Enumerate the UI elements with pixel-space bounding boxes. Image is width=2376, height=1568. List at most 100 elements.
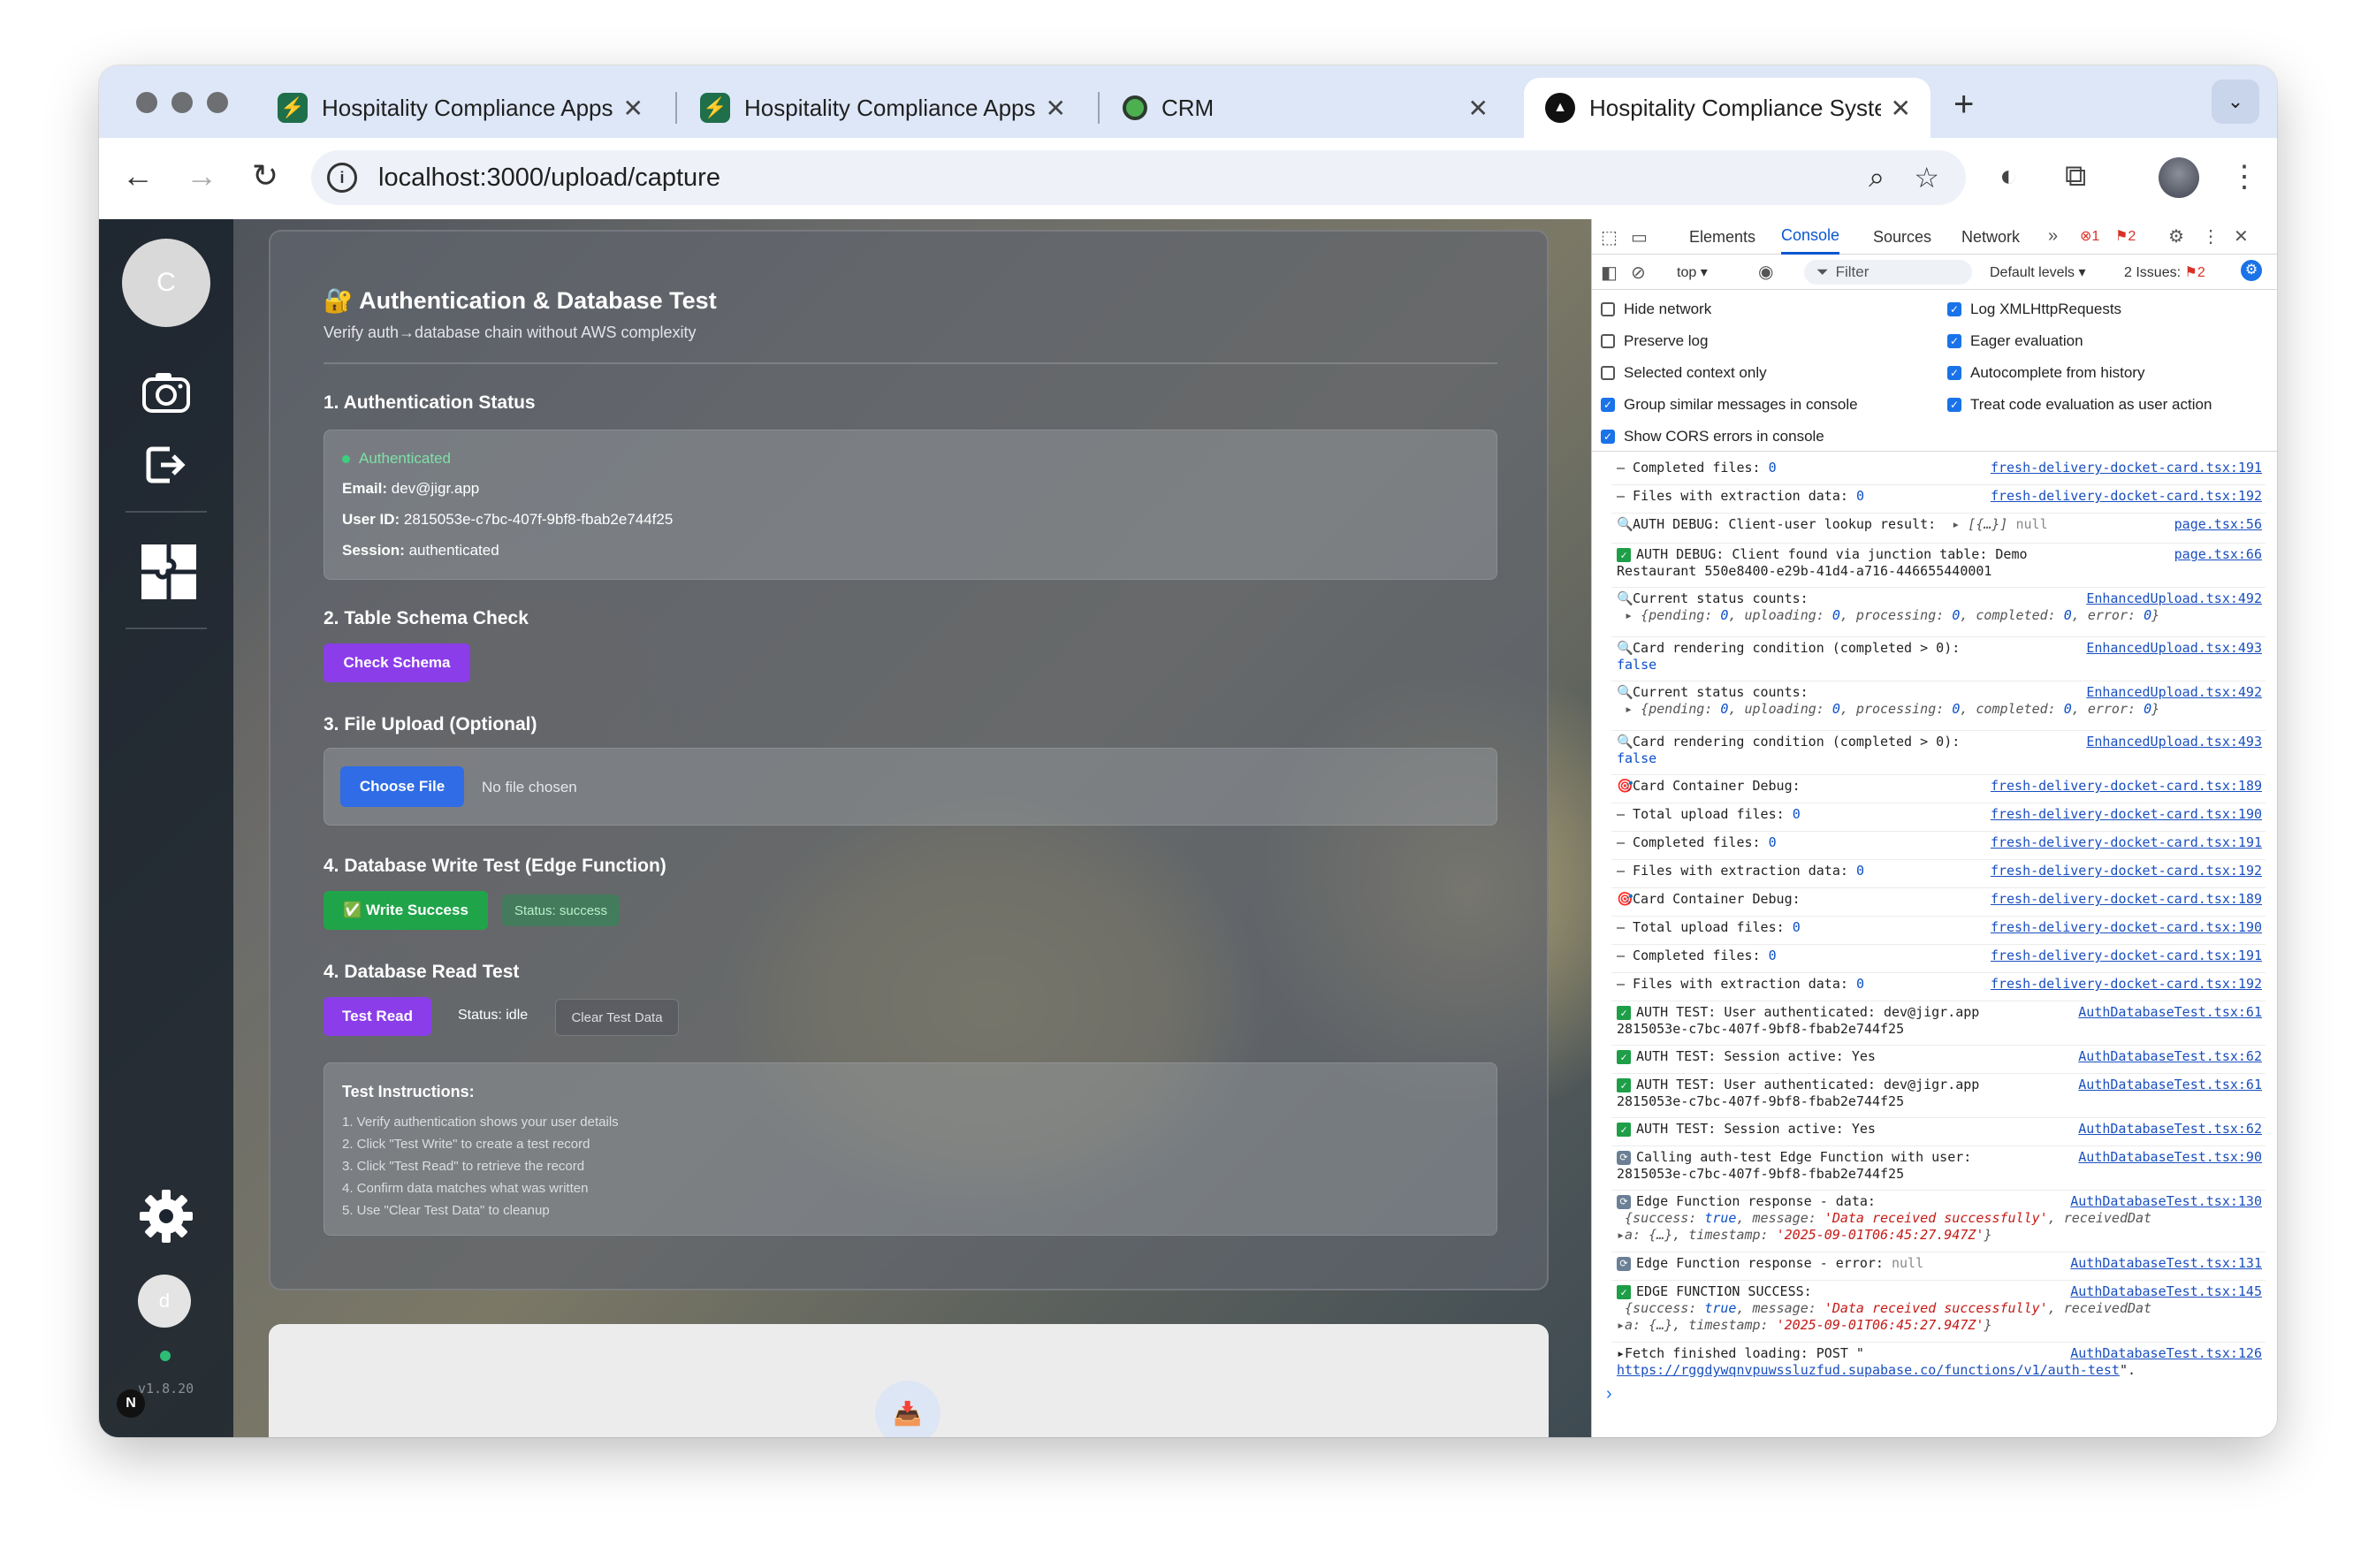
settings-gear-icon[interactable] xyxy=(136,1186,196,1246)
test-read-button[interactable]: Test Read xyxy=(324,997,431,1036)
close-icon[interactable]: ✕ xyxy=(2234,225,2249,247)
upload-inbox-icon[interactable]: 📥 xyxy=(875,1381,940,1437)
option-autocomplete[interactable]: ✓ Autocomplete from history xyxy=(1947,364,2144,382)
close-icon[interactable]: ✕ xyxy=(1046,94,1066,123)
checkbox-checked[interactable]: ✓ xyxy=(1601,398,1615,412)
close-icon[interactable]: ✕ xyxy=(623,94,644,123)
checkbox[interactable] xyxy=(1601,302,1615,316)
source-link[interactable]: fresh-delivery-docket-card.tsx:192 xyxy=(1991,976,2262,993)
source-link[interactable]: AuthDatabaseTest.tsx:90 xyxy=(2078,1149,2262,1166)
profile-avatar[interactable] xyxy=(2159,157,2199,198)
checkbox[interactable] xyxy=(1601,366,1615,380)
browser-tab[interactable]: ⚡ Hospitality Compliance Apps ✕ xyxy=(256,78,663,138)
source-link[interactable]: fresh-delivery-docket-card.tsx:189 xyxy=(1991,891,2262,908)
puzzle-icon[interactable] xyxy=(136,539,202,605)
check-schema-button[interactable]: Check Schema xyxy=(324,643,470,682)
browser-tab-active[interactable]: ▲ Hospitality Compliance Syste ✕ xyxy=(1524,78,1930,138)
nextjs-badge-icon[interactable]: N xyxy=(117,1389,145,1418)
write-success-button[interactable]: ✅ Write Success xyxy=(324,891,488,930)
source-link[interactable]: EnhancedUpload.tsx:493 xyxy=(2086,640,2262,657)
option-treat-user-action[interactable]: ✓ Treat code evaluation as user action xyxy=(1947,396,2212,414)
camera-icon[interactable] xyxy=(136,362,196,422)
source-link[interactable]: fresh-delivery-docket-card.tsx:192 xyxy=(1991,863,2262,879)
close-window-button[interactable] xyxy=(136,92,157,113)
site-info-icon[interactable]: i xyxy=(327,163,357,193)
more-tabs-icon[interactable]: » xyxy=(2048,226,2058,247)
source-link[interactable]: fresh-delivery-docket-card.tsx:191 xyxy=(1991,460,2262,476)
source-link[interactable]: AuthDatabaseTest.tsx:62 xyxy=(2078,1048,2262,1065)
issues-counter[interactable]: 2 Issues: ⚑2 xyxy=(2124,263,2205,281)
option-cors-errors[interactable]: ✓ Show CORS errors in console xyxy=(1601,428,1824,445)
source-link[interactable]: AuthDatabaseTest.tsx:61 xyxy=(2078,1077,2262,1093)
choose-file-button[interactable]: Choose File xyxy=(340,766,464,807)
close-icon[interactable]: ✕ xyxy=(1468,94,1489,123)
devtools-tab-sources[interactable]: Sources xyxy=(1873,219,1931,255)
source-link[interactable]: page.tsx:66 xyxy=(2174,546,2262,563)
extensions-puzzle-icon[interactable]: ⧉ xyxy=(2065,159,2086,194)
source-link[interactable]: fresh-delivery-docket-card.tsx:191 xyxy=(1991,834,2262,851)
minimize-window-button[interactable] xyxy=(171,92,193,113)
zoom-window-button[interactable] xyxy=(207,92,228,113)
source-link[interactable]: fresh-delivery-docket-card.tsx:190 xyxy=(1991,919,2262,936)
address-bar[interactable]: i localhost:3000/upload/capture ⌕ ☆ xyxy=(311,150,1966,205)
zoom-icon[interactable]: ⌕ xyxy=(1869,161,1885,194)
sign-out-icon[interactable] xyxy=(136,435,196,495)
source-link[interactable]: fresh-delivery-docket-card.tsx:190 xyxy=(1991,806,2262,823)
source-link[interactable]: AuthDatabaseTest.tsx:130 xyxy=(2070,1193,2262,1210)
checkbox-checked[interactable]: ✓ xyxy=(1601,430,1615,444)
inspect-element-icon[interactable]: ⬚ xyxy=(1601,226,1618,248)
option-preserve-log[interactable]: Preserve log xyxy=(1601,332,1708,350)
sidebar-toggle-icon[interactable]: ◧ xyxy=(1601,262,1618,284)
forward-arrow-icon[interactable]: → xyxy=(180,157,223,194)
console-prompt-icon[interactable]: › xyxy=(1606,1384,1612,1404)
option-eager-eval[interactable]: ✓ Eager evaluation xyxy=(1947,332,2083,350)
checkbox[interactable] xyxy=(1601,334,1615,348)
checkbox-checked[interactable]: ✓ xyxy=(1947,366,1961,380)
back-arrow-icon[interactable]: ← xyxy=(117,157,159,194)
reload-icon[interactable]: ↻ xyxy=(244,157,286,194)
source-link[interactable]: AuthDatabaseTest.tsx:126 xyxy=(2070,1345,2262,1362)
devtools-tab-console[interactable]: Console xyxy=(1781,219,1840,255)
option-group-similar[interactable]: ✓ Group similar messages in console xyxy=(1601,396,1858,414)
warning-counter[interactable]: ⚑2 xyxy=(2115,227,2136,245)
source-link[interactable]: EnhancedUpload.tsx:492 xyxy=(2086,684,2262,701)
console-settings-icon[interactable]: ⚙ xyxy=(2241,260,2262,281)
bookmark-star-icon[interactable]: ☆ xyxy=(1914,161,1939,194)
device-toolbar-icon[interactable]: ▭ xyxy=(1631,226,1648,248)
context-selector[interactable]: top ▾ xyxy=(1677,263,1708,281)
console-filter-input[interactable]: ⏷ Filter xyxy=(1804,260,1972,285)
source-link[interactable]: AuthDatabaseTest.tsx:131 xyxy=(2070,1255,2262,1272)
user-avatar[interactable]: d xyxy=(138,1275,191,1328)
devtools-tab-network[interactable]: Network xyxy=(1961,219,2020,255)
browser-tab[interactable]: CRM ✕ xyxy=(1101,78,1508,138)
source-link[interactable]: AuthDatabaseTest.tsx:145 xyxy=(2070,1283,2262,1300)
close-icon[interactable]: ✕ xyxy=(1891,94,1911,123)
clear-console-icon[interactable]: ⊘ xyxy=(1631,262,1646,284)
browser-menu-icon[interactable]: ⋮ xyxy=(2229,159,2259,194)
source-link[interactable]: AuthDatabaseTest.tsx:62 xyxy=(2078,1121,2262,1138)
log-levels-dropdown[interactable]: Default levels ▾ xyxy=(1990,263,2086,281)
devtools-tab-elements[interactable]: Elements xyxy=(1689,219,1755,255)
company-avatar[interactable]: C xyxy=(122,239,210,327)
clear-test-data-button[interactable]: Clear Test Data xyxy=(555,999,679,1036)
settings-gear-icon[interactable]: ⚙ xyxy=(2168,225,2184,247)
source-link[interactable]: EnhancedUpload.tsx:493 xyxy=(2086,734,2262,750)
extension-c-icon[interactable]: ◐ xyxy=(1999,159,2018,194)
checkbox-checked[interactable]: ✓ xyxy=(1947,398,1961,412)
live-expression-eye-icon[interactable]: ◉ xyxy=(1758,261,1773,283)
source-link[interactable]: AuthDatabaseTest.tsx:61 xyxy=(2078,1004,2262,1021)
source-link[interactable]: fresh-delivery-docket-card.tsx:189 xyxy=(1991,778,2262,795)
source-link[interactable]: page.tsx:56 xyxy=(2174,516,2262,533)
source-link[interactable]: EnhancedUpload.tsx:492 xyxy=(2086,590,2262,607)
checkbox-checked[interactable]: ✓ xyxy=(1947,302,1961,316)
url-text[interactable]: localhost:3000/upload/capture xyxy=(378,164,720,193)
error-counter[interactable]: ⊗1 xyxy=(2080,227,2099,245)
kebab-menu-icon[interactable]: ⋮ xyxy=(2202,225,2220,247)
checkbox-checked[interactable]: ✓ xyxy=(1947,334,1961,348)
source-link[interactable]: fresh-delivery-docket-card.tsx:192 xyxy=(1991,488,2262,505)
source-link[interactable]: fresh-delivery-docket-card.tsx:191 xyxy=(1991,948,2262,964)
option-selected-context[interactable]: Selected context only xyxy=(1601,364,1767,382)
option-log-xhr[interactable]: ✓ Log XMLHttpRequests xyxy=(1947,301,2121,318)
new-tab-button[interactable]: + xyxy=(1953,85,1974,125)
option-hide-network[interactable]: Hide network xyxy=(1601,301,1711,318)
